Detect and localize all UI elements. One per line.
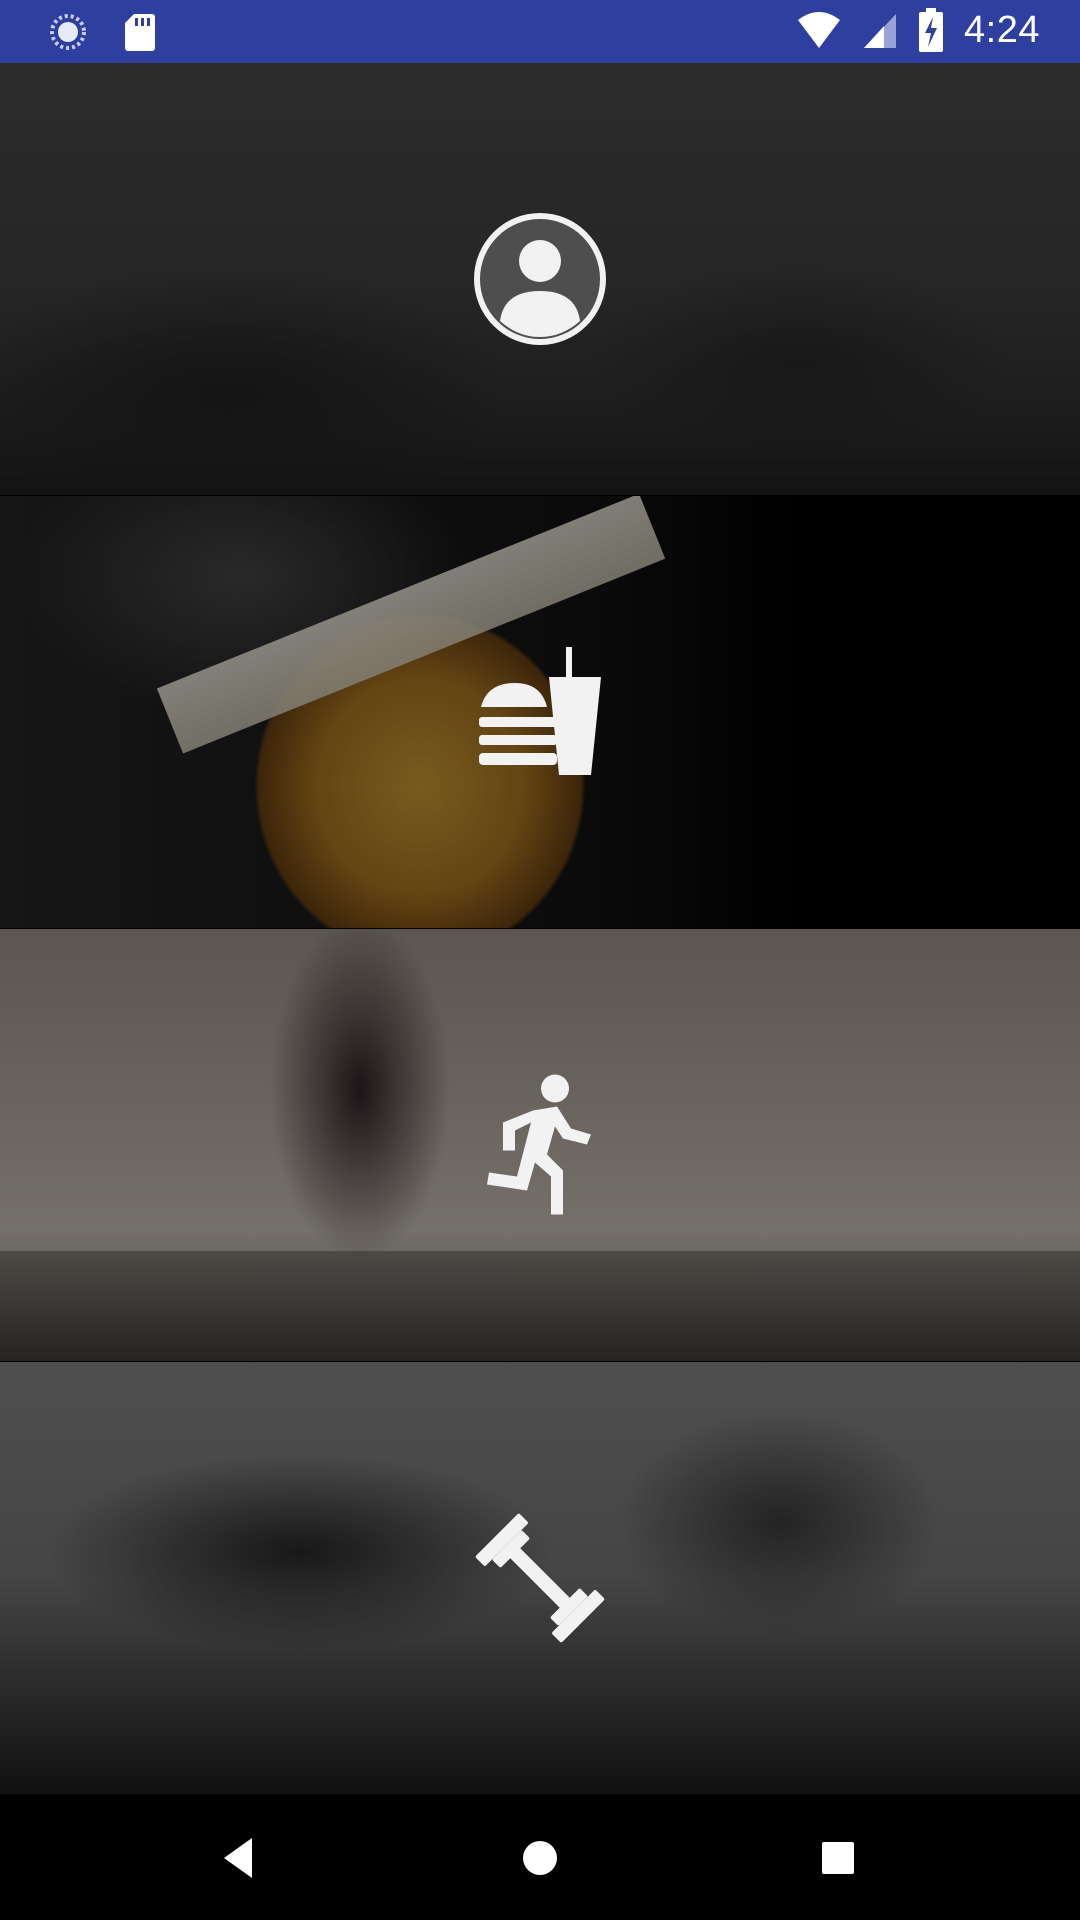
status-bar: 4:24 <box>0 0 1080 63</box>
battery-charging-icon <box>919 8 944 52</box>
tile-profile[interactable] <box>0 63 1080 495</box>
directions-run-icon <box>487 1074 591 1215</box>
fastfood-icon <box>479 647 601 775</box>
fitness-dumbbell-icon <box>475 1513 605 1643</box>
recents-icon[interactable] <box>810 1830 866 1886</box>
status-right-icons: 4:24 <box>796 8 1040 52</box>
sd-card-icon <box>125 14 155 51</box>
account-circle-icon <box>474 213 606 345</box>
status-left-icons <box>48 12 156 52</box>
signal-icon <box>864 14 897 48</box>
tile-running[interactable] <box>0 929 1080 1361</box>
sync-icon <box>50 14 86 50</box>
back-icon[interactable] <box>212 1830 268 1886</box>
wifi-icon <box>798 12 841 48</box>
status-time: 4:24 <box>964 8 1040 51</box>
tile-workout[interactable] <box>0 1362 1080 1794</box>
navigation-bar <box>0 1795 1080 1920</box>
tile-nutrition[interactable] <box>0 496 1080 928</box>
home-icon[interactable] <box>512 1830 568 1886</box>
